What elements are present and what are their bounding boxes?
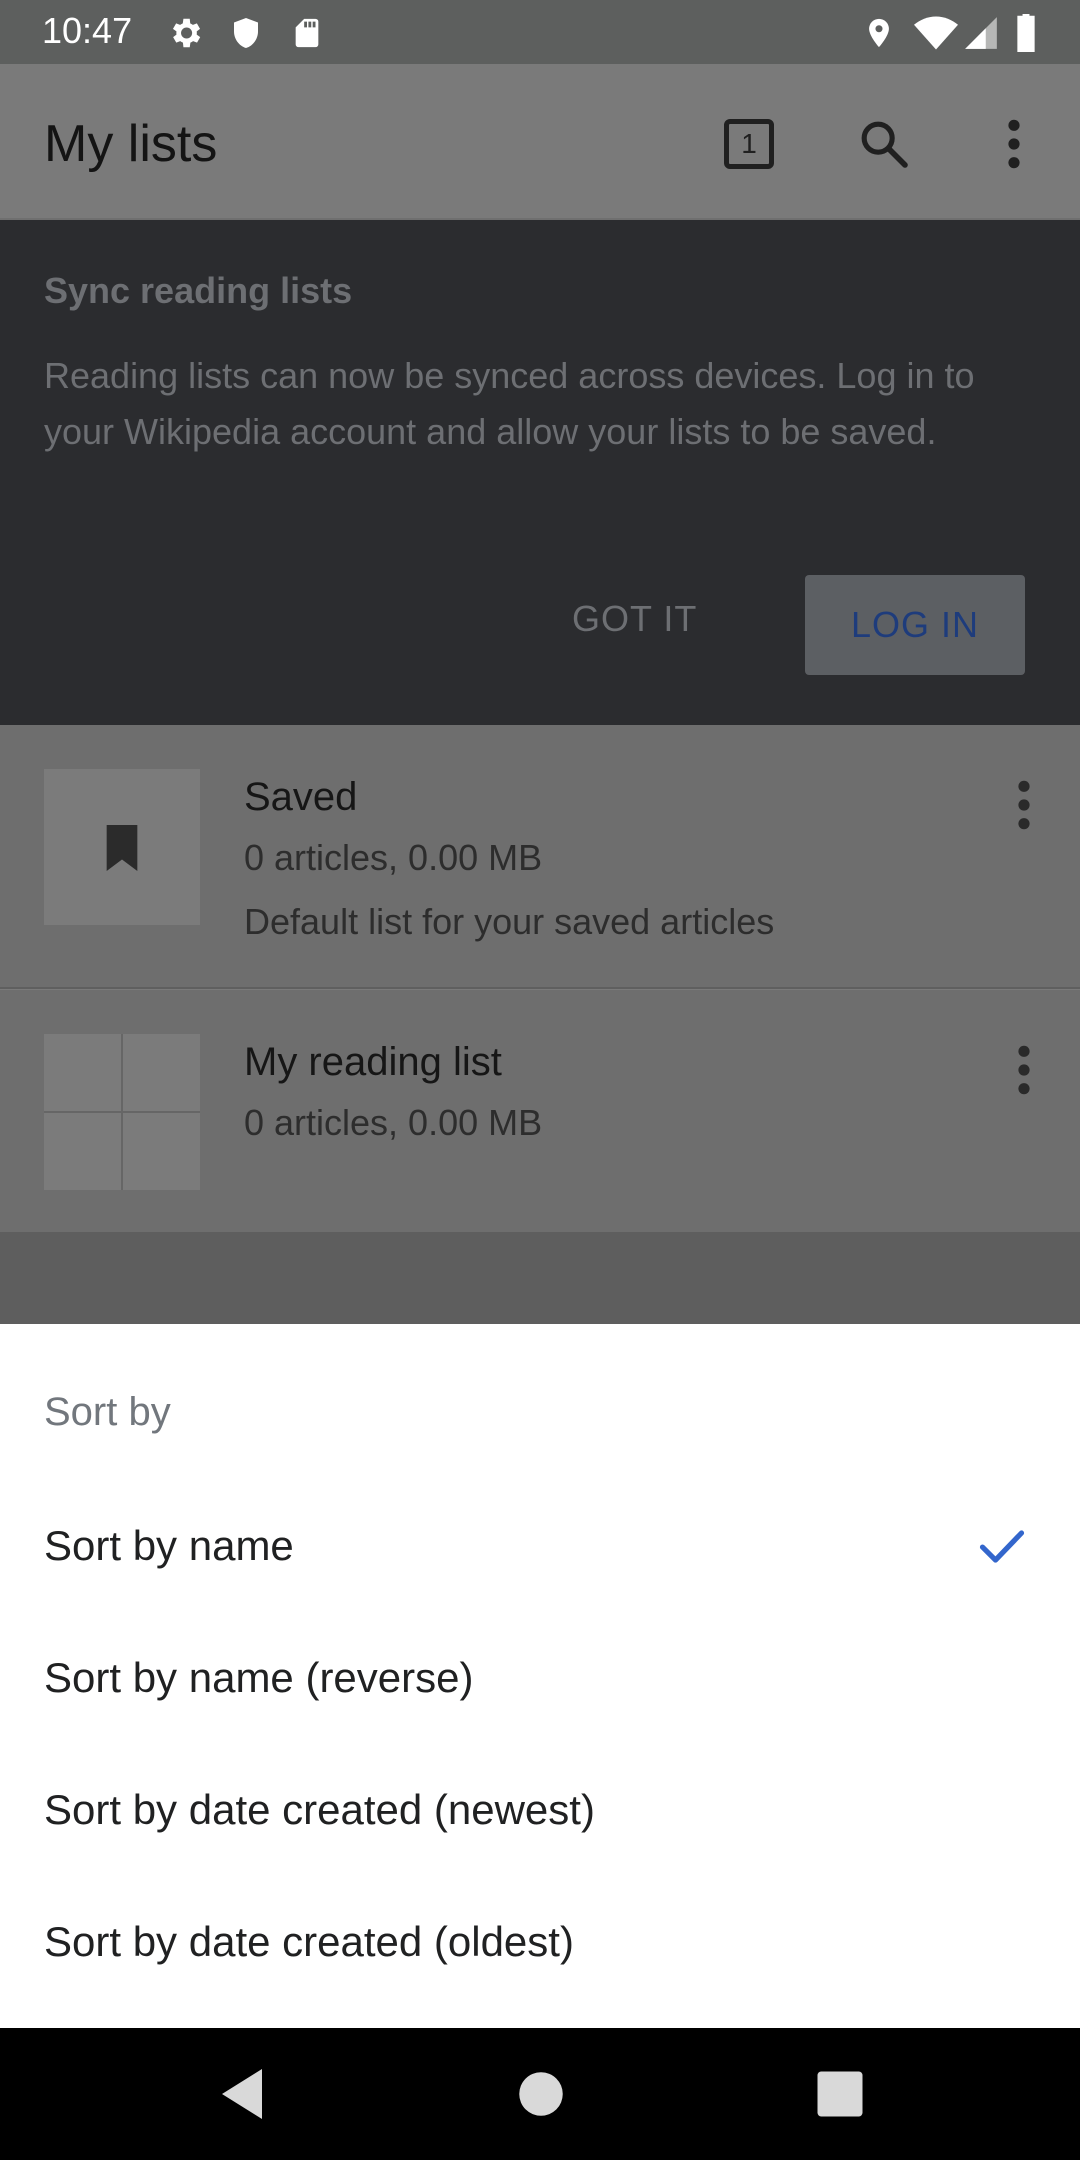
bookmark-icon: [106, 825, 138, 871]
sheet-title: Sort by: [44, 1390, 171, 1434]
list-stats: 0 articles, 0.00 MB: [244, 837, 543, 878]
sort-option-label: Sort by name: [44, 1522, 294, 1569]
scrim[interactable]: [0, 1232, 1080, 1324]
location-icon: [869, 18, 889, 48]
sort-option-name-reverse[interactable]: Sort by name (reverse): [0, 1612, 1080, 1744]
list-description: Default list for your saved articles: [244, 901, 775, 942]
back-icon[interactable]: [216, 2064, 268, 2124]
shield-icon: [234, 18, 258, 48]
sort-option-date-newest[interactable]: Sort by date created (newest): [0, 1744, 1080, 1876]
list-item-saved[interactable]: Saved 0 articles, 0.00 MB Default list f…: [0, 725, 1080, 989]
app-bar: My lists 1: [0, 64, 1080, 220]
list-thumbnail: [44, 1034, 200, 1190]
signal-icon: [965, 17, 997, 49]
check-icon: [979, 1530, 1025, 1563]
recents-icon[interactable]: [810, 2064, 870, 2124]
settings-icon: [172, 18, 201, 48]
sync-text: Reading lists can now be synced across d…: [44, 355, 975, 452]
sort-bottom-sheet: Sort by Sort by name Sort by name (rever…: [0, 1324, 1080, 2028]
more-vert-icon[interactable]: [1006, 1042, 1042, 1098]
log-in-button[interactable]: LOG IN: [805, 575, 1025, 675]
got-it-button[interactable]: GOT IT: [572, 598, 697, 640]
more-vert-icon[interactable]: [1000, 116, 1028, 172]
sort-option-name[interactable]: Sort by name: [0, 1480, 1080, 1612]
tabs-icon[interactable]: 1: [724, 119, 774, 169]
sort-option-label: Sort by date created (oldest): [44, 1918, 574, 1965]
list-title: My reading list: [244, 1040, 502, 1084]
navigation-bar: [0, 2028, 1080, 2160]
battery-icon: [1017, 14, 1035, 52]
home-icon[interactable]: [512, 2064, 570, 2124]
status-time: 10:47: [42, 10, 133, 51]
sd-card-icon: [295, 18, 319, 48]
list-thumbnail: [44, 769, 200, 925]
sync-title: Sync reading lists: [44, 270, 353, 311]
sort-option-date-oldest[interactable]: Sort by date created (oldest): [0, 1876, 1080, 2008]
list-stats: 0 articles, 0.00 MB: [244, 1102, 543, 1143]
status-bar: 10:47: [0, 0, 1080, 64]
search-icon[interactable]: [856, 116, 912, 172]
sort-option-label: Sort by name (reverse): [44, 1654, 474, 1701]
page-title: My lists: [44, 115, 218, 173]
list-item-my-reading-list[interactable]: My reading list 0 articles, 0.00 MB: [0, 990, 1080, 1232]
list-title: Saved: [244, 775, 358, 819]
more-vert-icon[interactable]: [1006, 777, 1042, 833]
sort-option-label: Sort by date created (newest): [44, 1786, 595, 1833]
sync-card: Sync reading lists Reading lists can now…: [0, 220, 1080, 725]
wifi-icon: [914, 16, 958, 50]
